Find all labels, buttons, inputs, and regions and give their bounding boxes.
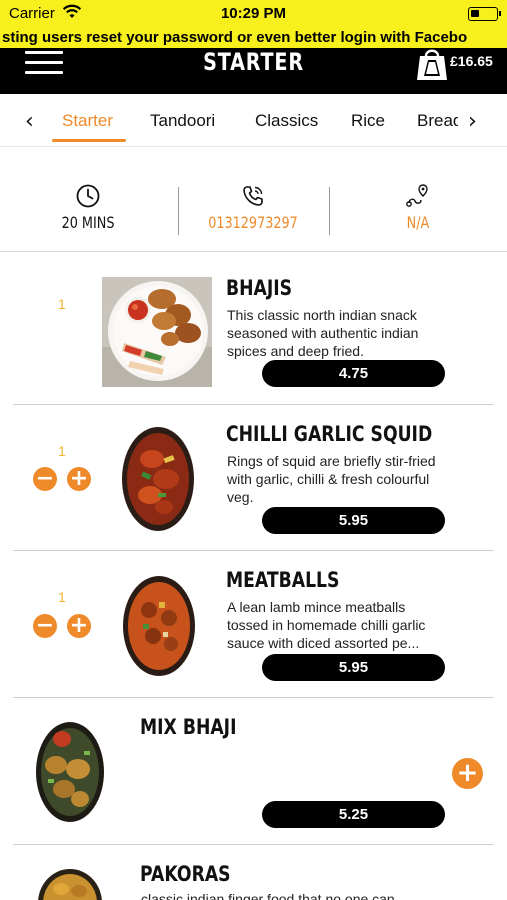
quantity-value: 1 xyxy=(58,443,66,459)
plus-icon[interactable]: + xyxy=(67,614,91,638)
cart-total[interactable]: £16.65 xyxy=(450,53,493,69)
tab-bread[interactable]: Bread xyxy=(417,111,458,131)
phone-info[interactable]: 01312973297 xyxy=(178,177,328,241)
dish-name[interactable]: PAKORAS xyxy=(140,862,231,886)
login-banner[interactable]: sting users reset your password or even … xyxy=(0,28,507,48)
page-title: STARTER xyxy=(203,48,304,76)
active-tab-indicator xyxy=(52,139,126,142)
price-button[interactable]: 4.75 xyxy=(262,360,445,387)
menu-item: 1 BHAJIS This classic north indian snack… xyxy=(13,258,494,405)
clock-icon xyxy=(76,184,100,208)
dish-photo[interactable] xyxy=(118,423,198,535)
tab-rice[interactable]: Rice xyxy=(351,111,385,131)
delivery-time-value: 20 MINS xyxy=(61,213,115,232)
banner-text: sting users reset your password or even … xyxy=(2,29,468,46)
distance-info: N/A xyxy=(343,177,493,241)
distance-value: N/A xyxy=(406,213,430,232)
price-button[interactable]: 5.25 xyxy=(262,801,445,828)
app-header: STARTER £16.65 xyxy=(0,48,507,94)
quantity-value: 1 xyxy=(58,589,66,605)
location-icon xyxy=(406,184,428,207)
tab-classics[interactable]: Classics xyxy=(255,111,318,131)
dish-name[interactable]: MEATBALLS xyxy=(226,568,339,592)
menu-item: PAKORAS classic indian finger food that … xyxy=(13,845,494,900)
delivery-time-info: 20 MINS xyxy=(13,177,163,241)
price-button[interactable]: 5.95 xyxy=(262,507,445,534)
restaurant-info-bar: 20 MINS 01312973297 N/A xyxy=(0,177,507,252)
phone-number[interactable]: 01312973297 xyxy=(193,213,313,232)
chevron-left-icon[interactable]: ‹ xyxy=(25,109,34,134)
dish-description: Rings of squid are briefly stir-fried wi… xyxy=(227,453,436,505)
tabs-scroll: Starter Tandoori Classics Rice Bread xyxy=(45,95,458,145)
cart-icon[interactable] xyxy=(414,48,450,82)
battery-icon xyxy=(468,7,501,21)
category-tabs: ‹ Starter Tandoori Classics Rice Bread › xyxy=(0,95,507,147)
price-button[interactable]: 5.95 xyxy=(262,654,445,681)
tab-tandoori[interactable]: Tandoori xyxy=(150,111,215,131)
clock-time: 10:29 PM xyxy=(220,5,287,22)
minus-icon[interactable]: − xyxy=(33,467,57,491)
dish-name[interactable]: CHILLI GARLIC SQUID xyxy=(226,422,432,446)
minus-icon[interactable]: − xyxy=(33,614,57,638)
status-bar: Carrier 10:29 PM xyxy=(0,0,507,28)
dish-photo[interactable] xyxy=(34,719,106,825)
app-screen: Carrier 10:29 PM sting users reset your … xyxy=(0,0,507,900)
chevron-right-icon[interactable]: › xyxy=(468,109,477,134)
menu-item: 1 − + CHILLI GARLIC SQUID Rings of squid… xyxy=(13,405,494,551)
dish-photo[interactable] xyxy=(37,869,103,900)
menu-item: MIX BHAJI + 5.25 xyxy=(13,698,494,845)
menu-item: 1 − + MEATBALLS A lean lamb mince meatba… xyxy=(13,551,494,698)
plus-icon[interactable]: + xyxy=(67,467,91,491)
dish-description: This classic north indian snack seasoned… xyxy=(227,307,419,359)
info-divider xyxy=(329,187,330,235)
phone-icon xyxy=(243,186,263,206)
plus-icon[interactable]: + xyxy=(452,758,483,789)
quantity-value: 1 xyxy=(58,296,66,312)
dish-description: A lean lamb mince meatballs tossed in ho… xyxy=(227,599,426,651)
dish-name[interactable]: BHAJIS xyxy=(226,276,292,300)
dish-photo[interactable] xyxy=(119,572,199,680)
dish-description: classic indian finger food that no one c… xyxy=(141,891,395,900)
dish-photo[interactable] xyxy=(102,277,212,387)
tab-starter[interactable]: Starter xyxy=(62,111,113,131)
dish-name[interactable]: MIX BHAJI xyxy=(140,715,237,739)
